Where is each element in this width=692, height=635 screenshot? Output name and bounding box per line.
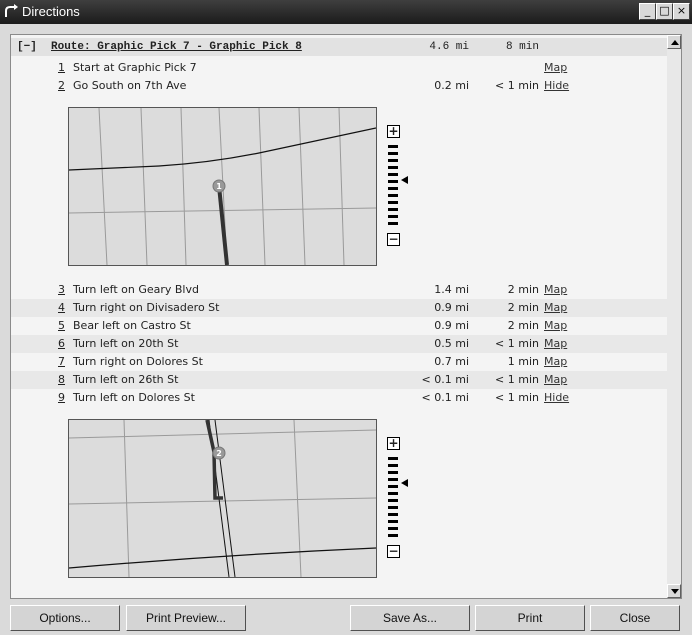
step-time: < 1 min: [495, 79, 539, 92]
zoom-out-icon[interactable]: −: [387, 233, 400, 246]
directions-icon: [5, 4, 18, 17]
vertical-scrollbar[interactable]: [667, 35, 681, 598]
step-distance: 0.2 mi: [434, 79, 469, 92]
step-map-link[interactable]: Map: [544, 353, 567, 371]
step-row: 6 Turn left on 20th St 0.5 mi < 1 min Ma…: [11, 335, 667, 353]
scroll-up-button[interactable]: [667, 35, 681, 49]
step-row: 8 Turn left on 26th St < 0.1 mi < 1 min …: [11, 371, 667, 389]
zoom-out-icon[interactable]: −: [387, 545, 400, 558]
map-marker-label: 2: [216, 449, 222, 458]
step-description: Turn left on 26th St: [73, 373, 179, 386]
step-description: Start at Graphic Pick 7: [73, 61, 197, 74]
step-row: 3 Turn left on Geary Blvd 1.4 mi 2 min M…: [11, 281, 667, 299]
map-zoom-control: + −: [383, 125, 413, 255]
directions-list: [−] Route: Graphic Pick 7 - Graphic Pick…: [11, 35, 667, 598]
step-hide-link[interactable]: Hide: [544, 389, 569, 407]
minimize-button[interactable]: _: [639, 3, 656, 20]
step-description: Turn right on Divisadero St: [73, 301, 220, 314]
scroll-down-button[interactable]: [667, 584, 681, 598]
step-distance: 0.7 mi: [434, 355, 469, 368]
step-distance: 0.9 mi: [434, 301, 469, 314]
step-distance: < 0.1 mi: [421, 373, 469, 386]
step-number: 7: [58, 355, 65, 368]
step-number: 3: [58, 283, 65, 296]
step-map[interactable]: 1: [68, 107, 377, 266]
step-distance: 0.9 mi: [434, 319, 469, 332]
button-bar: Options... Print Preview... Save As... P…: [10, 605, 680, 633]
zoom-in-icon[interactable]: +: [387, 125, 400, 138]
route-header-row: [−] Route: Graphic Pick 7 - Graphic Pick…: [11, 38, 667, 56]
window-title: Directions: [22, 4, 80, 19]
step-time: 2 min: [507, 301, 539, 314]
step-description: Bear left on Castro St: [73, 319, 191, 332]
route-time: 8 min: [505, 41, 539, 53]
step-map-link[interactable]: Map: [544, 59, 567, 77]
collapse-toggle[interactable]: [−]: [17, 38, 37, 56]
print-button[interactable]: Print: [475, 605, 585, 631]
step-row: 5 Bear left on Castro St 0.9 mi 2 min Ma…: [11, 317, 667, 335]
close-button[interactable]: Close: [590, 605, 680, 631]
close-window-button[interactable]: ×: [673, 3, 690, 20]
map-marker-label: 1: [216, 182, 222, 191]
step-hide-link[interactable]: Hide: [544, 77, 569, 95]
maximize-button[interactable]: □: [656, 3, 673, 20]
step-number: 2: [58, 79, 65, 92]
route-distance: 4.6 mi: [429, 41, 469, 53]
step-time: < 1 min: [495, 337, 539, 350]
step-number: 1: [58, 61, 65, 74]
zoom-level-pointer[interactable]: [401, 479, 408, 487]
step-map-link[interactable]: Map: [544, 317, 567, 335]
step-map[interactable]: 2: [68, 419, 377, 578]
options-button[interactable]: Options...: [10, 605, 120, 631]
step-description: Go South on 7th Ave: [73, 79, 187, 92]
step-time: < 1 min: [495, 373, 539, 386]
zoom-level-pointer[interactable]: [401, 176, 408, 184]
step-time: 2 min: [507, 283, 539, 296]
step-number: 8: [58, 373, 65, 386]
step-number: 5: [58, 319, 65, 332]
step-map-link[interactable]: Map: [544, 371, 567, 389]
step-time: 2 min: [507, 319, 539, 332]
step-row: 7 Turn right on Dolores St 0.7 mi 1 min …: [11, 353, 667, 371]
step-number: 4: [58, 301, 65, 314]
step-row: 1 Start at Graphic Pick 7 Map: [11, 59, 667, 77]
step-description: Turn left on Geary Blvd: [73, 283, 199, 296]
step-row: 9 Turn left on Dolores St < 0.1 mi < 1 m…: [11, 389, 667, 407]
step-map-link[interactable]: Map: [544, 299, 567, 317]
chevron-up-icon: [671, 40, 679, 45]
step-row: 2 Go South on 7th Ave 0.2 mi < 1 min Hid…: [11, 77, 667, 95]
title-bar: Directions _ □ ×: [0, 0, 692, 24]
chevron-down-icon: [671, 589, 679, 594]
step-time: < 1 min: [495, 391, 539, 404]
print-preview-button[interactable]: Print Preview...: [126, 605, 246, 631]
step-description: Turn left on Dolores St: [73, 391, 195, 404]
step-map-link[interactable]: Map: [544, 281, 567, 299]
step-number: 6: [58, 337, 65, 350]
step-row: 4 Turn right on Divisadero St 0.9 mi 2 m…: [11, 299, 667, 317]
step-time: 1 min: [507, 355, 539, 368]
step-description: Turn right on Dolores St: [73, 355, 203, 368]
route-title[interactable]: Route: Graphic Pick 7 - Graphic Pick 8: [51, 38, 302, 56]
step-map-link[interactable]: Map: [544, 335, 567, 353]
step-distance: 0.5 mi: [434, 337, 469, 350]
step-distance: 1.4 mi: [434, 283, 469, 296]
map-zoom-control: + −: [383, 437, 413, 567]
step-number: 9: [58, 391, 65, 404]
zoom-in-icon[interactable]: +: [387, 437, 400, 450]
directions-panel: [−] Route: Graphic Pick 7 - Graphic Pick…: [10, 34, 682, 599]
step-description: Turn left on 20th St: [73, 337, 179, 350]
step-distance: < 0.1 mi: [421, 391, 469, 404]
save-as-button[interactable]: Save As...: [350, 605, 470, 631]
